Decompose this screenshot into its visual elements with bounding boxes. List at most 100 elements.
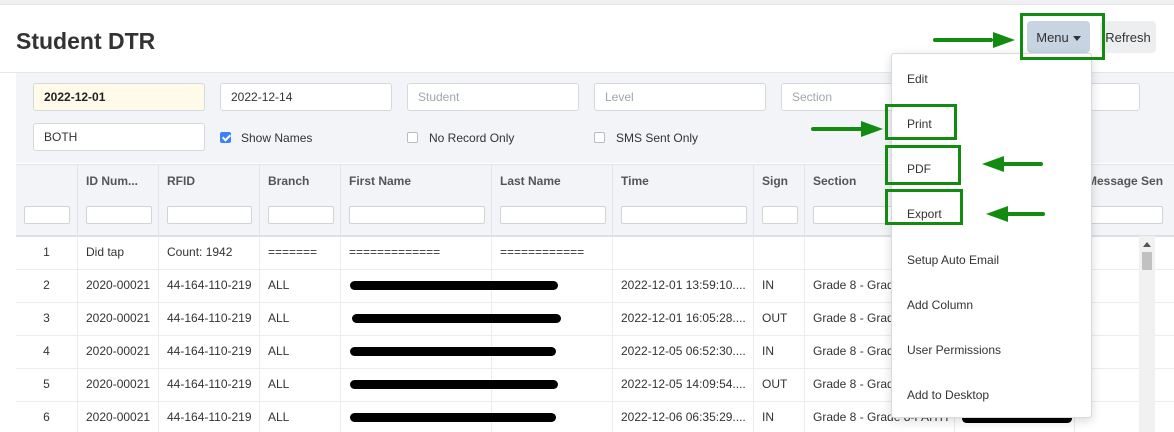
arrow-left-icon [986,206,1008,222]
highlight-box-menu [1020,13,1105,60]
column-filter-branch[interactable] [268,206,334,224]
column-filter-last-name[interactable] [500,206,606,224]
time-cell [613,236,754,269]
redaction-mark [350,281,558,290]
id-cell: 2020-00021 [78,401,159,432]
column-header-label: Section [813,174,857,188]
annotation-arrow-export [1006,212,1045,216]
highlight-box-print [885,104,957,140]
column-filter-first-name[interactable] [349,206,485,224]
arrow-right-icon [861,121,883,137]
branch-cell: ALL [260,335,341,368]
mode-select[interactable] [33,123,205,151]
arrow-right-icon [993,32,1015,48]
redaction-mark [350,347,556,356]
branch-cell: ALL [260,401,341,432]
rfid-cell: 44-164-110-219 [159,269,260,302]
no-record-only-checkbox[interactable] [407,132,418,143]
arrow-left-icon [982,156,1004,172]
no-record-only-label: No Record Only [429,131,515,145]
row-number-filter[interactable] [24,206,70,224]
rfid-cell: 44-164-110-219 [159,302,260,335]
level-input[interactable] [594,83,766,111]
rfid-cell: 44-164-110-219 [159,401,260,432]
top-border [0,0,1174,5]
time-cell: 2022-12-01 16:05:28.... [613,302,754,335]
column-header-label: First Name [349,174,412,188]
scrollbar-thumb[interactable] [1142,252,1152,270]
menu-item-user-permissions[interactable]: User Permissions [907,343,1001,357]
row-number: 4 [16,335,78,368]
column-header-label: Message Sen [1087,174,1164,188]
column-header-last-name[interactable]: Last Name [492,165,613,235]
rfid-cell: 44-164-110-219 [159,368,260,401]
annotation-arrow-menu [933,38,993,42]
highlight-box-pdf [885,145,961,185]
row-number: 1 [16,236,78,269]
column-header-label: ID Num... [86,174,139,188]
sign-cell: OUT [754,368,805,401]
time-cell: 2022-12-05 06:52:30.... [613,335,754,368]
annotation-arrow-pdf [1002,162,1043,166]
column-header-id[interactable]: ID Num... [78,165,159,235]
redaction-mark [350,413,556,422]
menu-item-add-to-desktop[interactable]: Add to Desktop [907,388,989,402]
menu-item-setup-auto-email[interactable]: Setup Auto Email [907,253,999,267]
redaction-mark [350,380,558,389]
row-number: 2 [16,269,78,302]
branch-cell: ======= [260,236,341,269]
sms-sent-only-label: SMS Sent Only [616,131,699,145]
branch-cell: ALL [260,269,341,302]
id-cell: 2020-00021 [78,368,159,401]
sign-cell: IN [754,401,805,432]
time-cell: 2022-12-05 14:09:54.... [613,368,754,401]
student-input[interactable] [407,83,579,111]
time-cell: 2022-12-01 13:59:10.... [613,269,754,302]
id-cell: 2020-00021 [78,269,159,302]
refresh-button[interactable]: Refresh [1100,21,1156,53]
column-header-label: Time [621,174,649,188]
column-header-rfid[interactable]: RFID [159,165,260,235]
rfid-cell: 44-164-110-219 [159,335,260,368]
redaction-mark [352,314,561,323]
row-number: 3 [16,302,78,335]
column-header-label: Branch [268,174,310,188]
column-filter-rfid[interactable] [167,206,252,224]
sign-cell [754,236,805,269]
column-header-sign[interactable]: Sign [754,165,805,235]
highlight-box-export [885,189,963,225]
column-header-label: Sign [762,174,788,188]
sign-cell: IN [754,269,805,302]
branch-cell: ALL [260,368,341,401]
row-number: 5 [16,368,78,401]
column-filter-id[interactable] [86,206,152,224]
id-cell: Did tap [78,236,159,269]
id-cell: 2020-00021 [78,302,159,335]
id-cell: 2020-00021 [78,335,159,368]
date-to-input[interactable] [220,83,392,111]
menu-item-add-column[interactable]: Add Column [907,298,973,312]
time-cell: 2022-12-06 06:35:29.... [613,401,754,432]
column-filter-time[interactable] [621,206,747,224]
vertical-scrollbar[interactable] [1139,236,1155,432]
column-header-label: RFID [167,174,195,188]
column-filter-sign[interactable] [762,206,798,224]
branch-cell: ALL [260,302,341,335]
row-number: 6 [16,401,78,432]
sign-cell: OUT [754,302,805,335]
column-header-time[interactable]: Time [613,165,754,235]
scroll-up-arrow-icon[interactable] [1143,242,1151,247]
annotation-arrow-print [811,127,863,131]
menu-item-edit[interactable]: Edit [907,72,928,86]
column-header-first-name[interactable]: First Name [341,165,492,235]
column-header-label: Last Name [500,174,561,188]
sms-sent-only-checkbox[interactable] [594,132,605,143]
show-names-checkbox[interactable] [220,132,231,143]
sign-cell: IN [754,335,805,368]
first-name-cell: ============= [341,236,492,269]
date-from-input[interactable] [33,83,205,111]
show-names-label: Show Names [241,131,313,145]
column-header-branch[interactable]: Branch [260,165,341,235]
last-name-cell: ============ [492,236,613,269]
row-number-header [16,165,78,235]
